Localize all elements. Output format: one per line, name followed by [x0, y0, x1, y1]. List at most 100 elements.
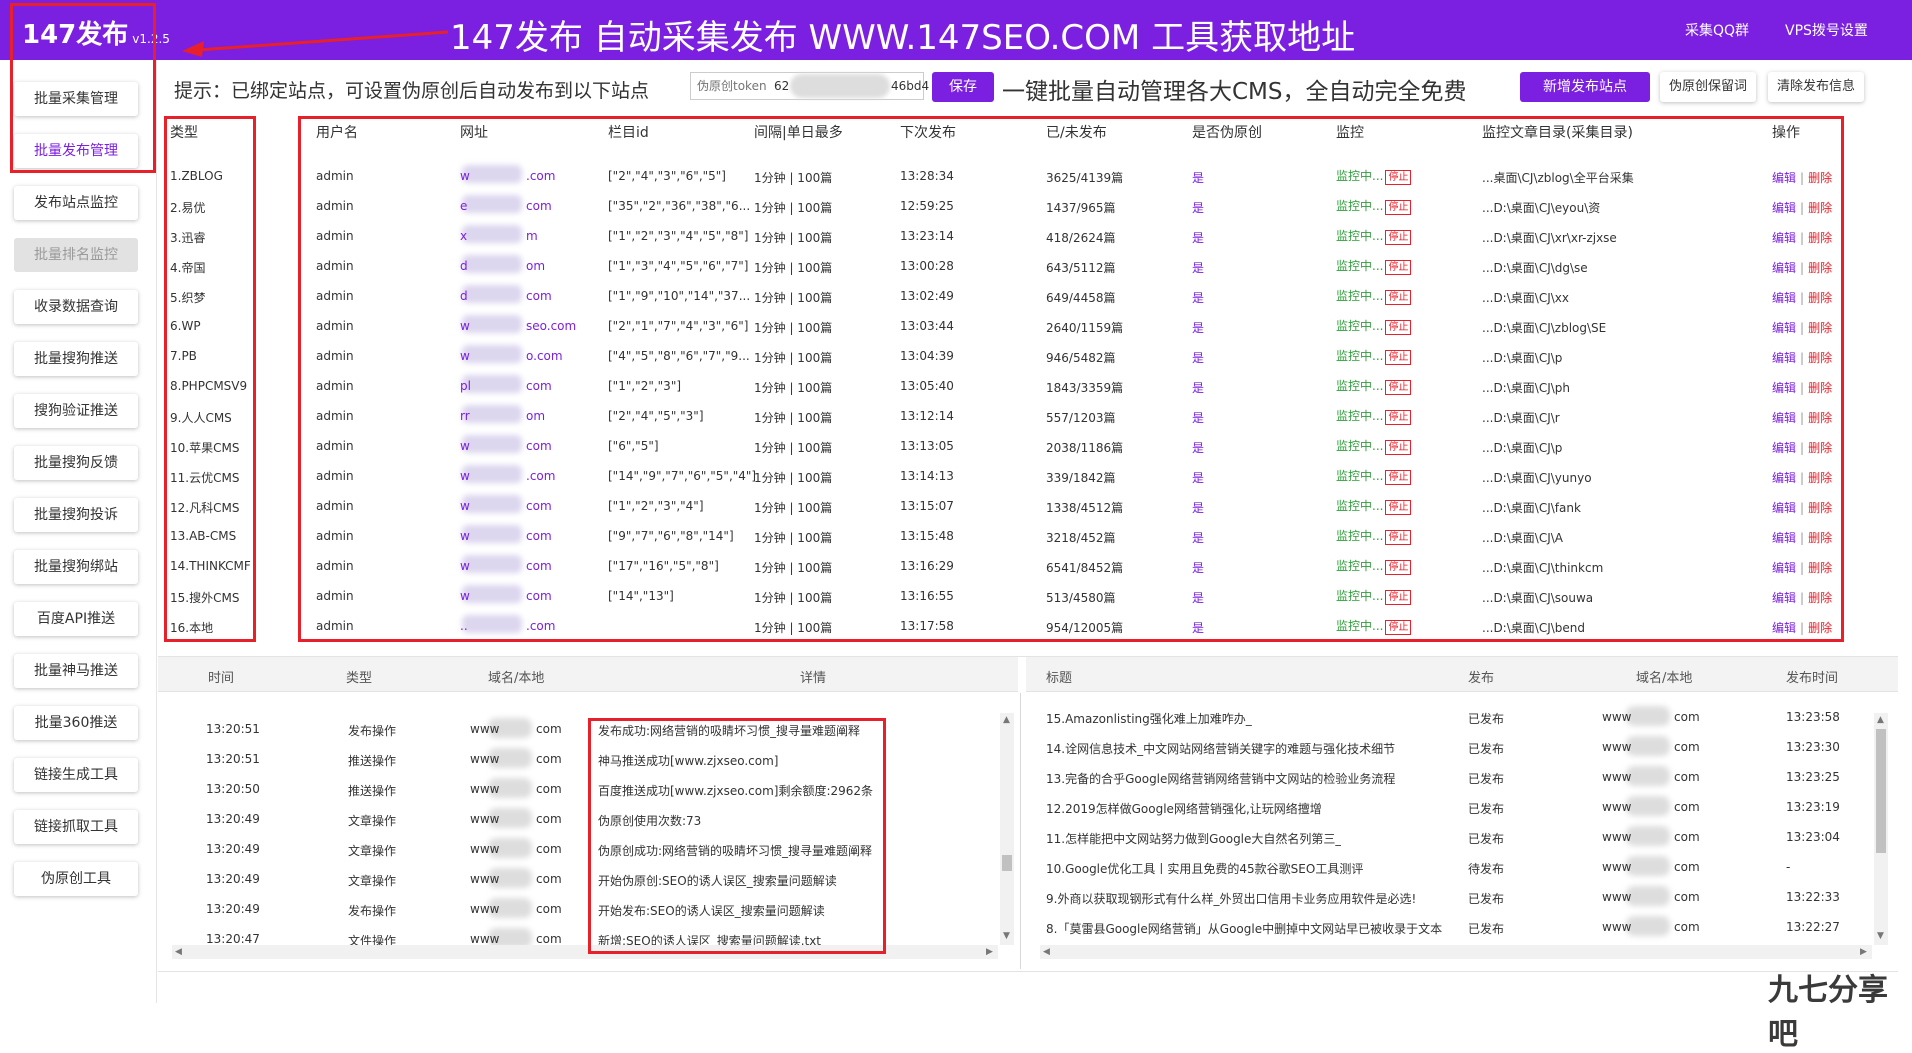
- pseudo-original-flag[interactable]: 是: [1192, 319, 1204, 336]
- edit-button[interactable]: 编辑: [1772, 591, 1796, 605]
- sidebar-item[interactable]: 批量搜狗推送: [14, 342, 138, 376]
- delete-button[interactable]: 删除: [1808, 561, 1832, 575]
- pseudo-original-flag[interactable]: 是: [1192, 619, 1204, 636]
- edit-button[interactable]: 编辑: [1772, 501, 1796, 515]
- vps-dial-button[interactable]: VPS拨号设置: [1785, 20, 1868, 40]
- sidebar-item[interactable]: 批量搜狗绑站: [14, 550, 138, 584]
- site-url-prefix[interactable]: w: [460, 589, 470, 603]
- sidebar-item[interactable]: 批量360推送: [14, 706, 138, 740]
- pseudo-original-flag[interactable]: 是: [1192, 559, 1204, 576]
- site-url-suffix[interactable]: com: [526, 589, 552, 603]
- pseudo-original-flag[interactable]: 是: [1192, 589, 1204, 606]
- pseudo-original-flag[interactable]: 是: [1192, 229, 1204, 246]
- site-url-suffix[interactable]: com: [526, 379, 552, 393]
- stop-monitor-button[interactable]: 停止: [1385, 410, 1412, 425]
- sidebar-item[interactable]: 发布站点监控: [14, 186, 138, 220]
- keep-words-button[interactable]: 伪原创保留词: [1660, 72, 1756, 102]
- edit-button[interactable]: 编辑: [1772, 231, 1796, 245]
- scroll-left-icon[interactable]: ◀: [1043, 947, 1050, 957]
- stop-monitor-button[interactable]: 停止: [1385, 530, 1412, 545]
- pseudo-original-flag[interactable]: 是: [1192, 289, 1204, 306]
- article-title[interactable]: 8.「莫雷县Google网络营销」从Google中删掉中文网站早已被收录于文本: [1046, 920, 1442, 937]
- edit-button[interactable]: 编辑: [1772, 411, 1796, 425]
- sidebar-item[interactable]: 链接抓取工具: [14, 810, 138, 844]
- site-url-suffix[interactable]: com: [526, 199, 552, 213]
- site-url-prefix[interactable]: e: [460, 199, 467, 213]
- stop-monitor-button[interactable]: 停止: [1385, 260, 1412, 275]
- site-url-prefix[interactable]: w: [460, 169, 470, 183]
- edit-button[interactable]: 编辑: [1772, 201, 1796, 215]
- site-url-prefix[interactable]: rr: [460, 409, 470, 423]
- log-horizontal-scrollbar[interactable]: ◀ ▶: [172, 945, 998, 959]
- stop-monitor-button[interactable]: 停止: [1385, 170, 1412, 185]
- edit-button[interactable]: 编辑: [1772, 351, 1796, 365]
- delete-button[interactable]: 删除: [1808, 201, 1832, 215]
- pseudo-original-flag[interactable]: 是: [1192, 379, 1204, 396]
- clear-info-button[interactable]: 清除发布信息: [1768, 72, 1864, 102]
- scroll-left-icon[interactable]: ◀: [175, 947, 182, 957]
- delete-button[interactable]: 删除: [1808, 501, 1832, 515]
- sidebar-item[interactable]: 批量神马推送: [14, 654, 138, 688]
- stop-monitor-button[interactable]: 停止: [1385, 560, 1412, 575]
- site-url-suffix[interactable]: o.com: [526, 349, 563, 363]
- pseudo-original-flag[interactable]: 是: [1192, 349, 1204, 366]
- article-title[interactable]: 13.完备的合乎Google网络营销网络营销中文网站的检验业务流程: [1046, 770, 1395, 787]
- article-scroll-thumb[interactable]: [1876, 729, 1886, 853]
- stop-monitor-button[interactable]: 停止: [1385, 230, 1412, 245]
- edit-button[interactable]: 编辑: [1772, 441, 1796, 455]
- edit-button[interactable]: 编辑: [1772, 291, 1796, 305]
- scroll-down-icon[interactable]: ▼: [1877, 931, 1884, 941]
- site-url-suffix[interactable]: com: [526, 439, 552, 453]
- site-url-suffix[interactable]: com: [526, 529, 552, 543]
- site-url-prefix[interactable]: w: [460, 349, 470, 363]
- sidebar-item[interactable]: 搜狗验证推送: [14, 394, 138, 428]
- stop-monitor-button[interactable]: 停止: [1385, 350, 1412, 365]
- stop-monitor-button[interactable]: 停止: [1385, 620, 1412, 635]
- site-url-prefix[interactable]: pl: [460, 379, 471, 393]
- pseudo-original-flag[interactable]: 是: [1192, 499, 1204, 516]
- site-url-prefix[interactable]: d: [460, 259, 468, 273]
- site-url-suffix[interactable]: om: [526, 409, 545, 423]
- stop-monitor-button[interactable]: 停止: [1385, 320, 1412, 335]
- delete-button[interactable]: 删除: [1808, 321, 1832, 335]
- site-url-suffix[interactable]: m: [526, 229, 538, 243]
- delete-button[interactable]: 删除: [1808, 411, 1832, 425]
- stop-monitor-button[interactable]: 停止: [1385, 380, 1412, 395]
- site-url-prefix[interactable]: w: [460, 439, 470, 453]
- site-url-prefix[interactable]: w: [460, 529, 470, 543]
- sidebar-item[interactable]: 伪原创工具: [14, 862, 138, 896]
- site-url-prefix[interactable]: ..: [460, 619, 468, 633]
- pseudo-original-flag[interactable]: 是: [1192, 469, 1204, 486]
- save-button[interactable]: 保存: [932, 72, 994, 102]
- stop-monitor-button[interactable]: 停止: [1385, 500, 1412, 515]
- delete-button[interactable]: 删除: [1808, 441, 1832, 455]
- sidebar-item[interactable]: 批量搜狗投诉: [14, 498, 138, 532]
- edit-button[interactable]: 编辑: [1772, 321, 1796, 335]
- site-url-prefix[interactable]: w: [460, 559, 470, 573]
- scroll-up-icon[interactable]: ▲: [1003, 715, 1010, 725]
- article-horizontal-scrollbar[interactable]: ◀ ▶: [1040, 945, 1872, 959]
- sidebar-item[interactable]: 批量排名监控: [14, 238, 138, 272]
- edit-button[interactable]: 编辑: [1772, 561, 1796, 575]
- article-title[interactable]: 10.Google优化工具丨实用且免费的45款谷歌SEO工具测评: [1046, 860, 1363, 877]
- edit-button[interactable]: 编辑: [1772, 261, 1796, 275]
- article-title[interactable]: 12.2019怎样做Google网络营销强化,让玩网络擅增: [1046, 800, 1322, 817]
- delete-button[interactable]: 删除: [1808, 591, 1832, 605]
- pseudo-original-flag[interactable]: 是: [1192, 259, 1204, 276]
- edit-button[interactable]: 编辑: [1772, 381, 1796, 395]
- pseudo-original-flag[interactable]: 是: [1192, 439, 1204, 456]
- stop-monitor-button[interactable]: 停止: [1385, 200, 1412, 215]
- sidebar-item[interactable]: 批量搜狗反馈: [14, 446, 138, 480]
- site-url-prefix[interactable]: d: [460, 289, 468, 303]
- site-url-suffix[interactable]: com: [526, 289, 552, 303]
- add-site-button[interactable]: 新增发布站点: [1520, 72, 1650, 102]
- sidebar-item[interactable]: 链接生成工具: [14, 758, 138, 792]
- delete-button[interactable]: 删除: [1808, 621, 1832, 635]
- site-url-suffix[interactable]: com: [526, 559, 552, 573]
- scroll-right-icon[interactable]: ▶: [986, 947, 993, 957]
- site-url-prefix[interactable]: w: [460, 319, 470, 333]
- qq-group-button[interactable]: 采集QQ群: [1685, 20, 1749, 40]
- article-title[interactable]: 14.诠网信息技术_中文网站网络营销关键字的难题与强化技术细节: [1046, 740, 1395, 757]
- delete-button[interactable]: 删除: [1808, 291, 1832, 305]
- log-scroll-thumb[interactable]: [1002, 855, 1012, 871]
